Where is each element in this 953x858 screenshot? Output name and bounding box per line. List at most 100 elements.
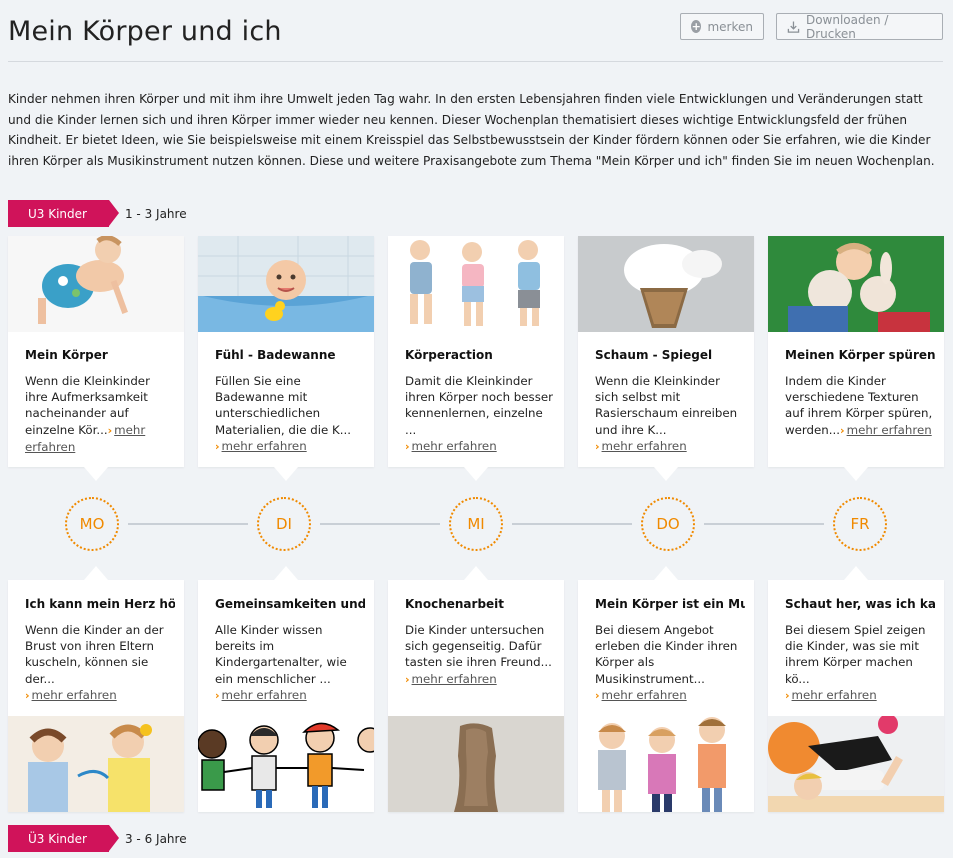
page-title: Mein Körper und ich — [8, 16, 282, 47]
activity-card-tue-u36[interactable]: Gemeinsamkeiten und ... Alle Kinder wiss… — [198, 566, 374, 812]
download-icon — [787, 20, 800, 33]
card-title: Ich kann mein Herz hör... — [25, 597, 175, 611]
card-image — [388, 716, 564, 812]
day-friday[interactable]: FR — [833, 497, 887, 551]
card-title: Mein Körper ist ein Mu... — [595, 597, 745, 611]
card-body: Ich kann mein Herz hör... Wenn die Kinde… — [25, 597, 175, 704]
card-title: Meinen Körper spüren — [785, 348, 935, 362]
card-body: Schaum - Spiegel Wenn die Kleinkinder si… — [595, 348, 745, 455]
age-group-u3: U3 Kinder 1 - 3 Jahre — [8, 200, 187, 227]
card-image — [578, 716, 754, 812]
age-range-u3: 1 - 3 Jahre — [124, 206, 187, 221]
card-body: Mein Körper Wenn die Kleinkinder ihre Au… — [25, 348, 175, 455]
chevron-right-icon: › — [595, 439, 600, 453]
activity-card-tue-u3[interactable]: Fühl - Badewanne Füllen Sie eine Badewan… — [198, 236, 374, 481]
chevron-right-icon: › — [595, 688, 600, 702]
chevron-right-icon: › — [215, 439, 220, 453]
activity-card-wed-u36[interactable]: Knochenarbeit Die Kinder untersuchen sic… — [388, 566, 564, 812]
timeline-segment — [512, 523, 632, 525]
card-body: Knochenarbeit Die Kinder untersuchen sic… — [405, 597, 555, 688]
card-title: Gemeinsamkeiten und ... — [215, 597, 365, 611]
card-description: Alle Kinder wissen bereits im Kindergart… — [215, 623, 347, 686]
more-link[interactable]: mehr erfahren — [222, 688, 307, 702]
day-wednesday[interactable]: MI — [449, 497, 503, 551]
card-title: Mein Körper — [25, 348, 108, 362]
chevron-right-icon: › — [215, 688, 220, 702]
intro-text: Kinder nehmen ihren Körper und mit ihm i… — [8, 92, 935, 168]
age-tag-u36[interactable]: Ü3 Kinder — [8, 825, 119, 852]
card-description: Damit die Kleinkinder ihren Körper noch … — [405, 374, 553, 437]
card-description: Die Kinder untersuchen sich gegenseitig.… — [405, 623, 552, 670]
chevron-right-icon: › — [405, 672, 410, 686]
card-body: Schaut her, was ich ka... Bei diesem Spi… — [785, 597, 935, 704]
card-body: Mein Körper ist ein Mu... Bei diesem Ang… — [595, 597, 745, 704]
card-title: Körperaction — [405, 348, 493, 362]
chevron-right-icon: › — [25, 688, 30, 702]
card-title: Fühl - Badewanne — [215, 348, 336, 362]
chevron-right-icon: › — [840, 423, 845, 437]
card-title: Schaum - Spiegel — [595, 348, 713, 362]
more-link[interactable]: mehr erfahren — [602, 688, 687, 702]
activity-card-thu-u3[interactable]: Schaum - Spiegel Wenn die Kleinkinder si… — [578, 236, 754, 481]
card-text: Bei diesem Angebot erleben die Kinder ih… — [595, 622, 745, 704]
card-title: Knochenarbeit — [405, 597, 505, 611]
age-tag-u3[interactable]: U3 Kinder — [8, 200, 119, 227]
card-description: Bei diesem Angebot erleben die Kinder ih… — [595, 623, 738, 686]
more-link[interactable]: mehr erfahren — [602, 439, 687, 453]
card-image — [8, 236, 184, 332]
card-description: Wenn die Kleinkinder sich selbst mit Ras… — [595, 374, 738, 437]
merken-button[interactable]: + merken — [680, 13, 764, 40]
more-link[interactable]: mehr erfahren — [792, 688, 877, 702]
activity-card-thu-u36[interactable]: Mein Körper ist ein Mu... Bei diesem Ang… — [578, 566, 754, 812]
card-text: Wenn die Kleinkinder sich selbst mit Ras… — [595, 373, 745, 455]
more-link[interactable]: mehr erfahren — [32, 688, 117, 702]
timeline-segment — [128, 523, 248, 525]
day-monday[interactable]: MO — [65, 497, 119, 551]
timeline-segment — [704, 523, 824, 525]
card-body: Meinen Körper spüren Indem die Kinder ve… — [785, 348, 935, 439]
card-image — [768, 236, 944, 332]
more-link[interactable]: mehr erfahren — [847, 423, 932, 437]
card-image — [8, 716, 184, 812]
card-text: Alle Kinder wissen bereits im Kindergart… — [215, 622, 365, 704]
more-link[interactable]: mehr erfahren — [412, 439, 497, 453]
card-image — [198, 716, 374, 812]
merken-label: merken — [707, 19, 753, 34]
card-text: Füllen Sie eine Badewanne mit unterschie… — [215, 373, 365, 455]
card-image — [768, 716, 944, 812]
card-image — [578, 236, 754, 332]
more-link[interactable]: mehr erfahren — [222, 439, 307, 453]
activity-card-fri-u3[interactable]: Meinen Körper spüren Indem die Kinder ve… — [768, 236, 944, 481]
card-text: Damit die Kleinkinder ihren Körper noch … — [405, 373, 555, 455]
card-body: Gemeinsamkeiten und ... Alle Kinder wiss… — [215, 597, 365, 704]
card-body: Fühl - Badewanne Füllen Sie eine Badewan… — [215, 348, 365, 455]
card-image — [198, 236, 374, 332]
card-image — [388, 236, 564, 332]
chevron-right-icon: › — [405, 439, 410, 453]
activity-card-mon-u36[interactable]: Ich kann mein Herz hör... Wenn die Kinde… — [8, 566, 184, 812]
chevron-right-icon: › — [785, 688, 790, 702]
card-title: Schaut her, was ich ka... — [785, 597, 935, 611]
card-text: Wenn die Kleinkinder ihre Aufmerksamkeit… — [25, 373, 175, 455]
card-body: Körperaction Damit die Kleinkinder ihren… — [405, 348, 555, 455]
activity-card-fri-u36[interactable]: Schaut her, was ich ka... Bei diesem Spi… — [768, 566, 944, 812]
download-print-button[interactable]: Downloaden / Drucken — [776, 13, 943, 41]
card-description: Füllen Sie eine Badewanne mit unterschie… — [215, 374, 351, 437]
page-header: Mein Körper und ich + merken Downloaden … — [8, 12, 943, 62]
chevron-right-icon: › — [107, 423, 113, 437]
more-link[interactable]: mehr erfahren — [412, 672, 497, 686]
day-tuesday[interactable]: DI — [257, 497, 311, 551]
card-description: Bei diesem Spiel zeigen die Kinder, was … — [785, 623, 926, 686]
age-group-u36: Ü3 Kinder 3 - 6 Jahre — [8, 825, 187, 852]
plus-circle-icon: + — [691, 20, 702, 33]
card-text: Die Kinder untersuchen sich gegenseitig.… — [405, 622, 555, 688]
timeline-segment — [320, 523, 440, 525]
card-text: Indem die Kinder verschiedene Texturen a… — [785, 373, 935, 439]
day-thursday[interactable]: DO — [641, 497, 695, 551]
card-text: Bei diesem Spiel zeigen die Kinder, was … — [785, 622, 935, 704]
activity-card-wed-u3[interactable]: Körperaction Damit die Kleinkinder ihren… — [388, 236, 564, 481]
activity-card-mon-u3[interactable]: Mein Körper Wenn die Kleinkinder ihre Au… — [8, 236, 184, 481]
card-text: Wenn die Kinder an der Brust von ihren E… — [25, 622, 175, 704]
age-range-u36: 3 - 6 Jahre — [124, 831, 187, 846]
card-description: Wenn die Kinder an der Brust von ihren E… — [25, 623, 164, 686]
